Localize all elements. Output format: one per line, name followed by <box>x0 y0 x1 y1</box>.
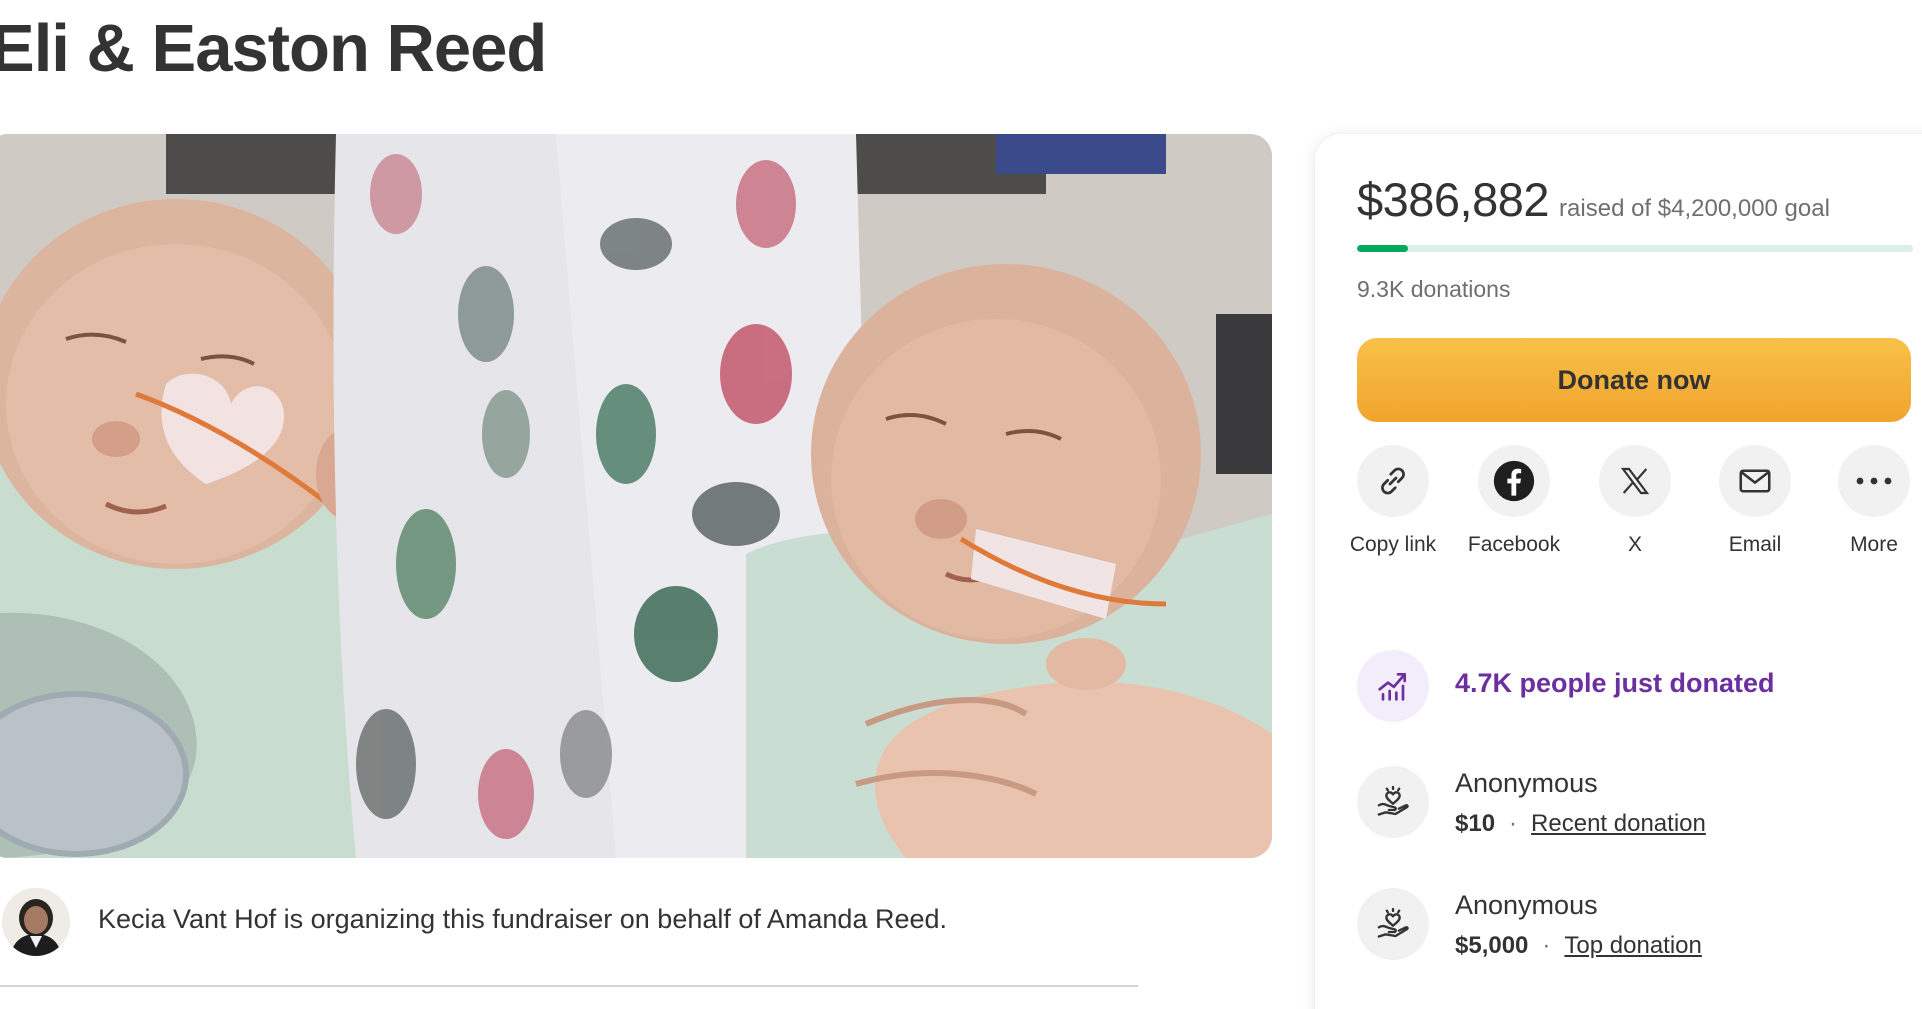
separator-dot: · <box>1542 932 1551 959</box>
share-facebook[interactable]: Facebook <box>1454 445 1574 559</box>
share-label: More <box>1850 533 1898 556</box>
organizer-avatar[interactable] <box>2 888 70 956</box>
recent-donors-count: 4.7K people just donated <box>1455 668 1775 698</box>
separator-dot: · <box>1509 810 1518 837</box>
x-logo-icon <box>1599 445 1671 517</box>
share-email[interactable]: Email <box>1695 445 1815 559</box>
organizer-statement: Kecia Vant Hof is organizing this fundra… <box>98 904 948 934</box>
top-donation-link[interactable]: Top donation <box>1564 932 1701 960</box>
donation-amount: $10 <box>1455 810 1496 837</box>
donation-card: $386,882 raised of $4,200,000 goal 9.3K … <box>1315 134 1922 1009</box>
donation-details: $10 · Recent donation <box>1455 810 1706 838</box>
share-more[interactable]: More <box>1814 445 1922 559</box>
raised-amount: $386,882 <box>1357 173 1550 226</box>
mail-icon <box>1719 445 1791 517</box>
share-copy-link[interactable]: Copy link <box>1333 445 1453 559</box>
donate-now-button[interactable]: Donate now <box>1357 338 1911 422</box>
share-label: Facebook <box>1467 533 1561 556</box>
donor-name: Anonymous <box>1455 890 1598 920</box>
share-label: X <box>1627 533 1642 556</box>
campaign-title: Eli & Easton Reed <box>0 11 547 86</box>
donation-heart-icon <box>1357 888 1429 960</box>
donation-heart-icon <box>1357 766 1429 838</box>
divider <box>0 985 1138 987</box>
donations-count: 9.3K donations <box>1357 276 1511 302</box>
link-icon <box>1357 445 1429 517</box>
fundraiser-page: Eli & Easton Reed Kecia Vant Hof is orga… <box>0 0 1922 1009</box>
share-label: Email <box>1728 533 1782 556</box>
donor-name: Anonymous <box>1455 768 1598 798</box>
share-x[interactable]: X <box>1575 445 1695 559</box>
donation-details: $5,000 · Top donation <box>1455 932 1702 960</box>
donation-amount: $5,000 <box>1455 932 1529 959</box>
trending-up-icon <box>1357 650 1429 722</box>
raised-summary: $386,882 raised of $4,200,000 goal <box>1357 172 1830 227</box>
more-dots-icon <box>1838 445 1910 517</box>
facebook-icon <box>1478 445 1550 517</box>
share-label: Copy link <box>1349 533 1437 556</box>
raised-goal: raised of $4,200,000 goal <box>1559 195 1830 222</box>
progress-fill <box>1357 245 1409 252</box>
progress-bar <box>1357 245 1913 252</box>
recent-donation-link[interactable]: Recent donation <box>1531 810 1706 838</box>
campaign-photo[interactable] <box>0 134 1272 858</box>
